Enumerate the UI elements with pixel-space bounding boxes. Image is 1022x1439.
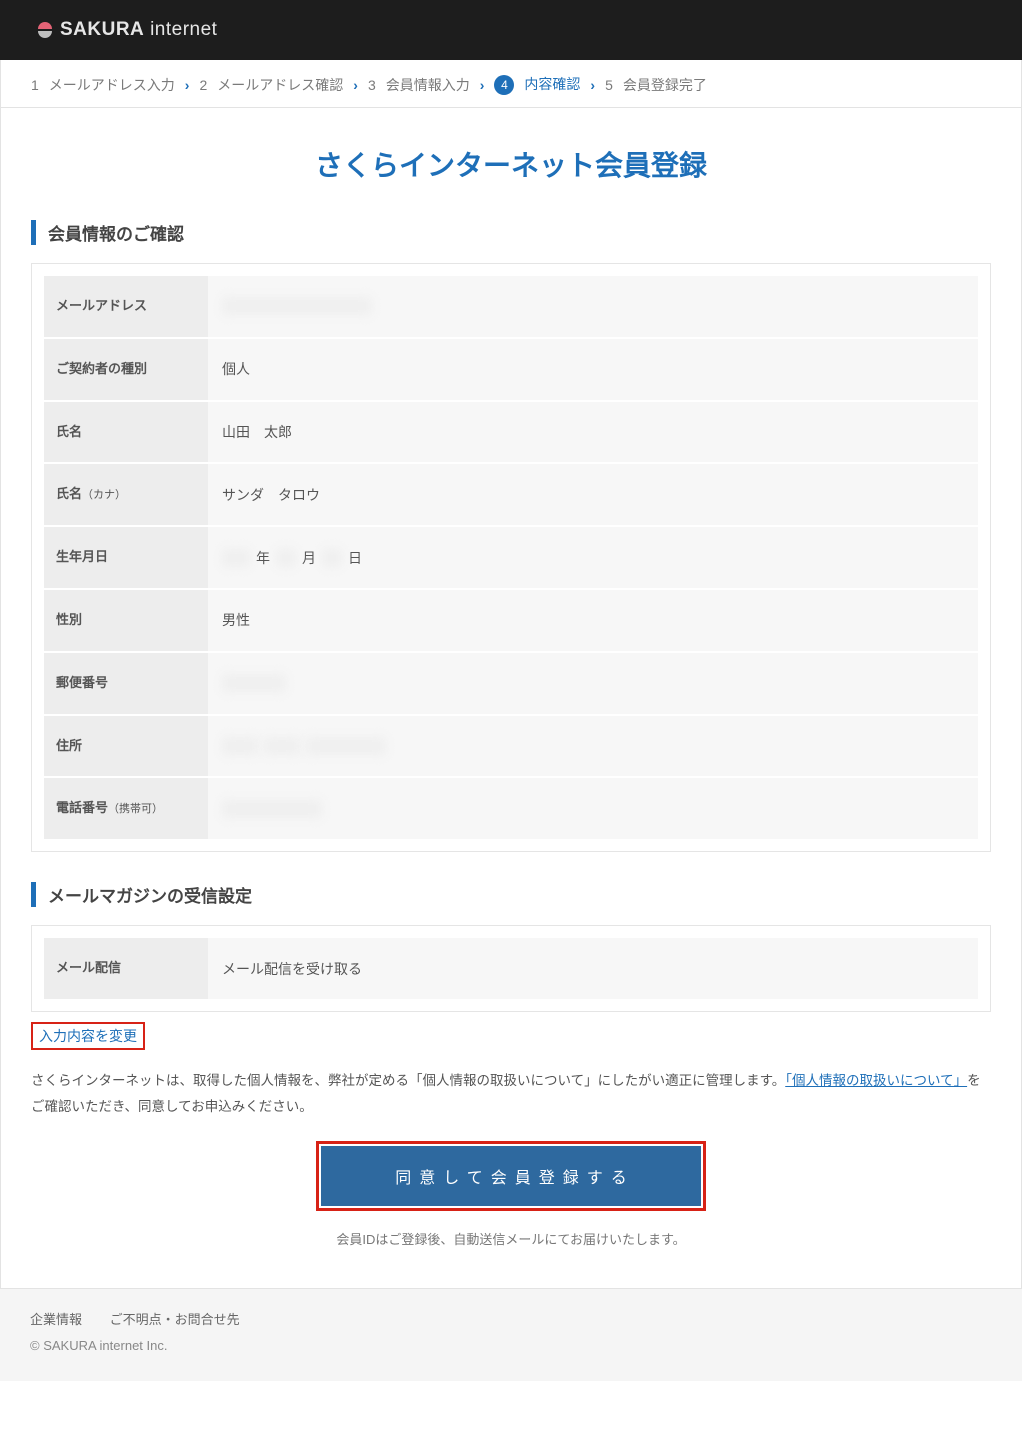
value-phone: xxxxx [208,778,978,839]
value-name: 山田 太郎 [208,402,978,463]
step-2: 2メールアドレス確認 [199,75,343,95]
brand-name-light: internet [150,19,217,41]
consent-text: さくらインターネットは、取得した個人情報を、弊社が定める「個人情報の取扱いについ… [31,1068,991,1119]
agree-register-button[interactable]: 同意して会員登録する [321,1146,701,1206]
edit-input-link[interactable]: 入力内容を変更 [31,1022,145,1050]
value-address: xx xx xxxx [208,716,978,777]
label-phone: 電話番号（携帯可） [44,778,208,839]
value-postal: xxxx [208,653,978,714]
row-name-kana: 氏名（カナ） サンダ タロウ [44,464,978,527]
step-5: 5会員登録完了 [605,75,707,95]
submit-note: 会員IDはご登録後、自動送信メールにてお届けいたします。 [31,1229,991,1248]
step-4: 4内容確認 [494,74,580,95]
row-name: 氏名 山田 太郎 [44,402,978,465]
value-birth: xx年 x月 x日 [208,527,978,588]
info-panel: メールアドレス xxxxxxxxx ご契約者の種別 個人 氏名 山田 太郎 氏名… [31,263,991,852]
footer-link-company[interactable]: 企業情報 [30,1312,82,1327]
page-title: さくらインターネット会員登録 [31,144,991,184]
label-address: 住所 [44,716,208,777]
redacted-value: xx [264,737,300,755]
header-bar: SAKURA internet [0,0,1022,60]
sakura-icon [34,19,56,41]
chevron-right-icon: › [480,77,485,93]
redacted-value: xx [222,549,250,567]
section-mail-title: メールマガジンの受信設定 [31,882,991,907]
label-email: メールアドレス [44,276,208,337]
label-mail: メール配信 [44,938,208,999]
row-postal: 郵便番号 xxxx [44,653,978,716]
label-name: 氏名 [44,402,208,463]
row-email: メールアドレス xxxxxxxxx [44,276,978,339]
row-type: ご契約者の種別 個人 [44,339,978,402]
row-address: 住所 xx xx xxxx [44,716,978,779]
brand-name-strong: SAKURA [60,19,144,41]
row-birth: 生年月日 xx年 x月 x日 [44,527,978,590]
submit-highlight-frame: 同意して会員登録する [316,1141,706,1211]
content-area: さくらインターネット会員登録 会員情報のご確認 メールアドレス xxxxxxxx… [1,108,1021,1288]
redacted-value: xxxx [306,737,386,755]
chevron-right-icon: › [590,77,595,93]
label-name-kana: 氏名（カナ） [44,464,208,525]
section-info-title: 会員情報のご確認 [31,220,991,245]
footer: 企業情報 ご不明点・お問合せ先 © SAKURA internet Inc. [0,1289,1022,1381]
value-name-kana: サンダ タロウ [208,464,978,525]
chevron-right-icon: › [185,77,190,93]
step-1: 1メールアドレス入力 [31,75,175,95]
label-postal: 郵便番号 [44,653,208,714]
value-type: 個人 [208,339,978,400]
value-email: xxxxxxxxx [208,276,978,337]
mail-panel: メール配信 メール配信を受け取る [31,925,991,1012]
row-mail: メール配信 メール配信を受け取る [44,938,978,999]
privacy-policy-link[interactable]: 「個人情報の取扱いについて」 [785,1073,967,1088]
step-3: 3会員情報入力 [368,75,470,95]
redacted-value: xx [222,737,258,755]
row-gender: 性別 男性 [44,590,978,653]
brand-logo: SAKURA internet [34,19,217,41]
label-type: ご契約者の種別 [44,339,208,400]
redacted-value: xxxxxxxxx [222,297,372,315]
redacted-value: xxxx [222,674,286,692]
progress-steps: 1メールアドレス入力 › 2メールアドレス確認 › 3会員情報入力 › 4内容確… [1,60,1021,108]
redacted-value: x [276,549,296,567]
row-phone: 電話番号（携帯可） xxxxx [44,778,978,839]
value-gender: 男性 [208,590,978,651]
redacted-value: xxxxx [222,800,322,818]
page-outer: 1メールアドレス入力 › 2メールアドレス確認 › 3会員情報入力 › 4内容確… [0,60,1022,1289]
label-birth: 生年月日 [44,527,208,588]
chevron-right-icon: › [353,77,358,93]
value-mail: メール配信を受け取る [208,938,978,999]
footer-link-contact[interactable]: ご不明点・お問合せ先 [110,1312,240,1327]
redacted-value: x [322,549,342,567]
footer-copyright: © SAKURA internet Inc. [30,1338,992,1353]
label-gender: 性別 [44,590,208,651]
